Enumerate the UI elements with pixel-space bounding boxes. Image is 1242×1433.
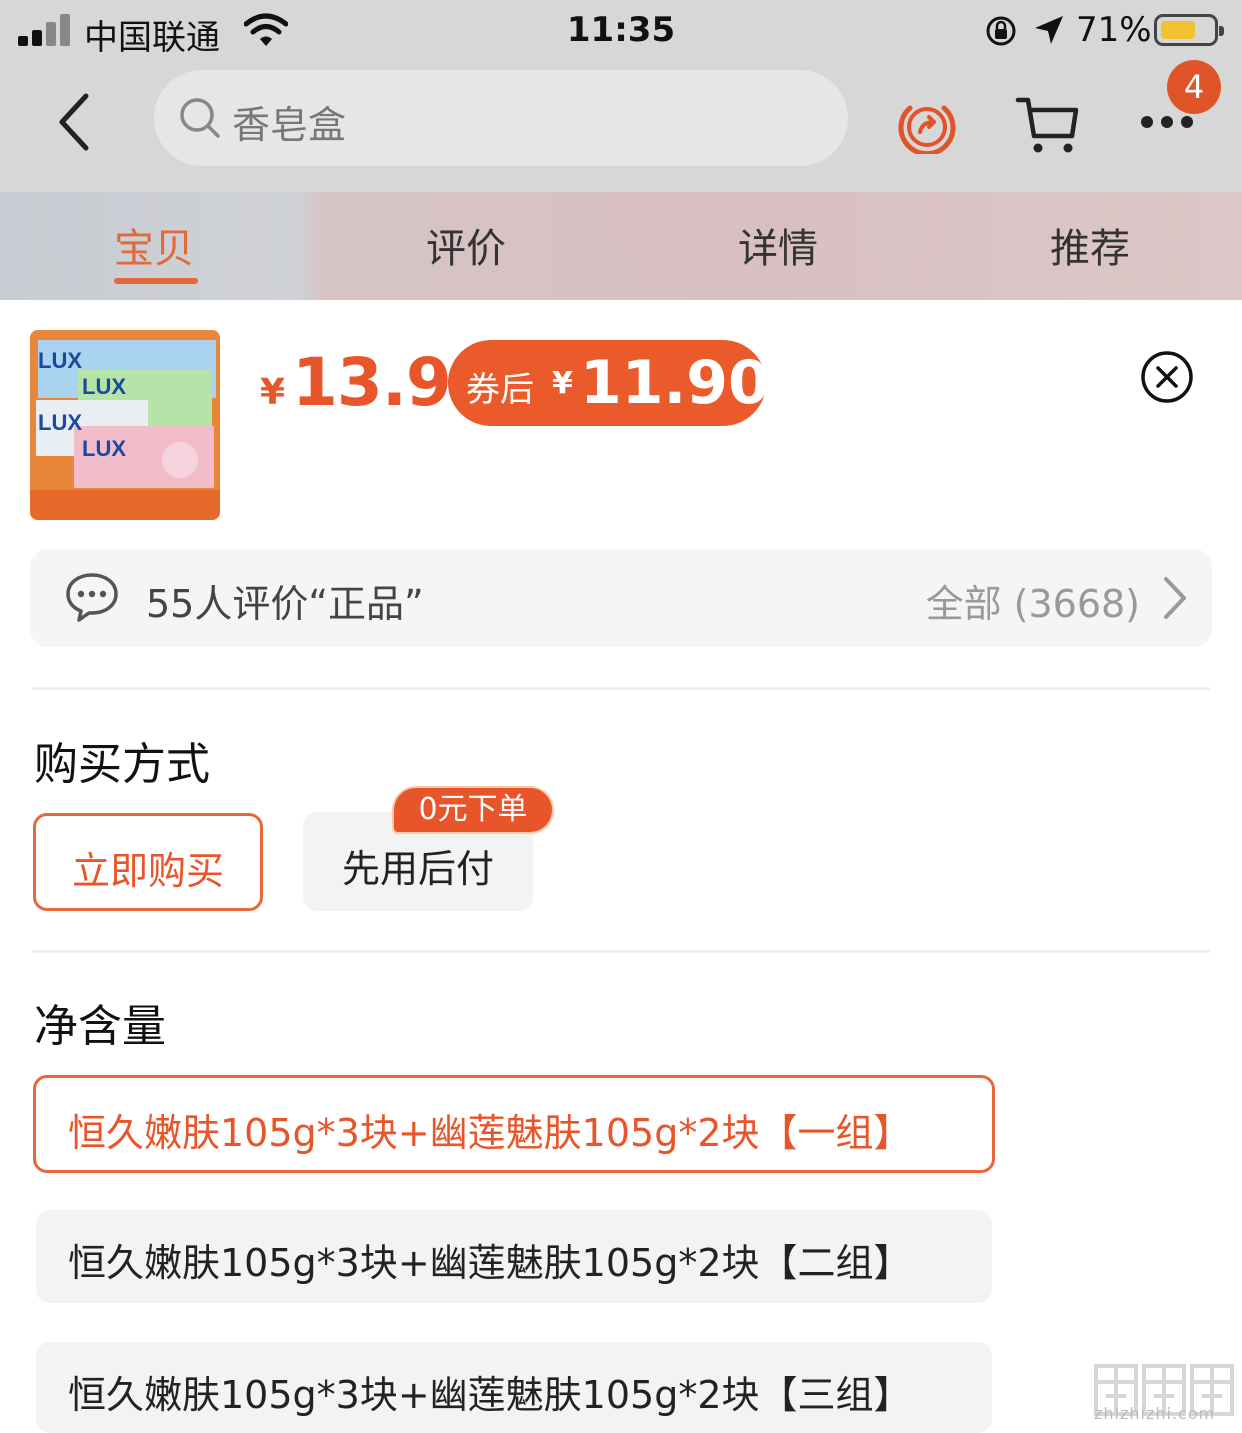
coupon-price-badge: 券后 ¥ 11.90 — [448, 340, 770, 426]
net-content-option-1[interactable]: 恒久嫩肤105g*3块+幽莲魅肤105g*2块【一组】 — [33, 1075, 995, 1173]
search-placeholder: 香皂盒 — [232, 103, 347, 147]
status-bar: 中国联通 11:35 71% — [0, 0, 1242, 64]
net-content-option-2[interactable]: 恒久嫩肤105g*3块+幽莲魅肤105g*2块【二组】 — [36, 1210, 992, 1303]
buy-now-label: 立即购买 — [71, 849, 224, 893]
net-content-option-label: 恒久嫩肤105g*3块+幽莲魅肤105g*2块【二组】 — [68, 1241, 912, 1285]
review-all-link[interactable]: 全部 (3668) — [926, 573, 1140, 628]
share-icon[interactable] — [896, 96, 958, 154]
cart-badge: 4 — [1167, 60, 1221, 114]
price: 13.9 — [292, 344, 452, 421]
back-arrow-icon[interactable] — [52, 90, 96, 154]
watermark-url: zhizhizhi.com — [1094, 1404, 1216, 1423]
coupon-currency: ¥ — [552, 366, 573, 401]
thumbnail-brand-text: LUX — [38, 348, 82, 373]
net-content-title: 净含量 — [34, 1001, 166, 1052]
location-arrow-icon — [1035, 16, 1063, 44]
net-content-option-label: 恒久嫩肤105g*3块+幽莲魅肤105g*2块【一组】 — [68, 1111, 912, 1155]
pay-later-label: 先用后付 — [341, 847, 494, 891]
coupon-label: 券后 — [466, 370, 534, 410]
thumbnail-brand-text: LUX — [82, 436, 126, 461]
product-thumbnail[interactable]: LUX LUX LUX LUX — [30, 330, 220, 520]
purchase-method-title: 购买方式 — [34, 739, 210, 790]
review-highlight-text: 55人评价“正品” — [146, 582, 424, 626]
cart-icon[interactable] — [1014, 94, 1080, 156]
buy-now-option[interactable]: 立即购买 — [33, 813, 263, 911]
thumbnail-brand-text: LUX — [82, 374, 126, 399]
rotation-lock-icon — [986, 16, 1016, 46]
search-icon — [180, 98, 220, 138]
battery-icon — [1154, 14, 1224, 46]
tab-active-indicator — [114, 278, 198, 284]
sku-selection-sheet: LUX LUX LUX LUX ¥ 13.9 券后 ¥ 11.90 55人评价“… — [0, 300, 1242, 1433]
tab-bar: 宝贝 评价 详情 推荐 — [0, 192, 1242, 300]
background-page: 中国联通 11:35 71% 香皂盒 4 宝贝 评价 详情 推荐 — [0, 0, 1242, 300]
more-icon[interactable] — [1140, 112, 1194, 132]
divider — [32, 950, 1210, 953]
tab-details[interactable]: 详情 — [738, 216, 818, 274]
tab-recommend[interactable]: 推荐 — [1050, 216, 1130, 274]
product-image: LUX LUX LUX LUX — [30, 330, 220, 520]
close-icon[interactable] — [1140, 350, 1194, 404]
coupon-price: 11.90 — [580, 348, 770, 418]
chevron-right-icon — [1164, 577, 1186, 619]
search-input[interactable]: 香皂盒 — [154, 70, 848, 166]
chat-bubble-icon — [66, 573, 118, 622]
price-currency: ¥ — [260, 372, 286, 413]
divider — [32, 687, 1210, 690]
thumbnail-brand-text: LUX — [38, 410, 82, 435]
battery-percent: 71% — [1076, 10, 1152, 50]
zero-order-tag: 0元下单 — [394, 788, 552, 832]
net-content-option-3[interactable]: 恒久嫩肤105g*3块+幽莲魅肤105g*2块【三组】 — [36, 1342, 992, 1433]
net-content-option-label: 恒久嫩肤105g*3块+幽莲魅肤105g*2块【三组】 — [68, 1373, 912, 1417]
review-summary-bar[interactable]: 55人评价“正品” 全部 (3668) — [30, 549, 1212, 647]
tab-reviews[interactable]: 评价 — [426, 216, 506, 274]
tab-baobei[interactable]: 宝贝 — [114, 216, 194, 274]
